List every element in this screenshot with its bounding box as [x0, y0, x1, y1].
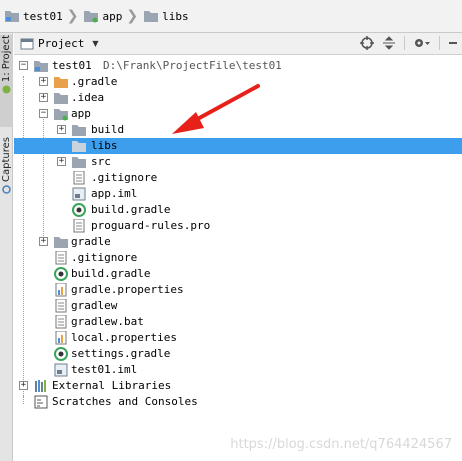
annotation-arrow: [172, 84, 260, 134]
watermark: https://blog.csdn.net/q764424567: [230, 437, 452, 452]
